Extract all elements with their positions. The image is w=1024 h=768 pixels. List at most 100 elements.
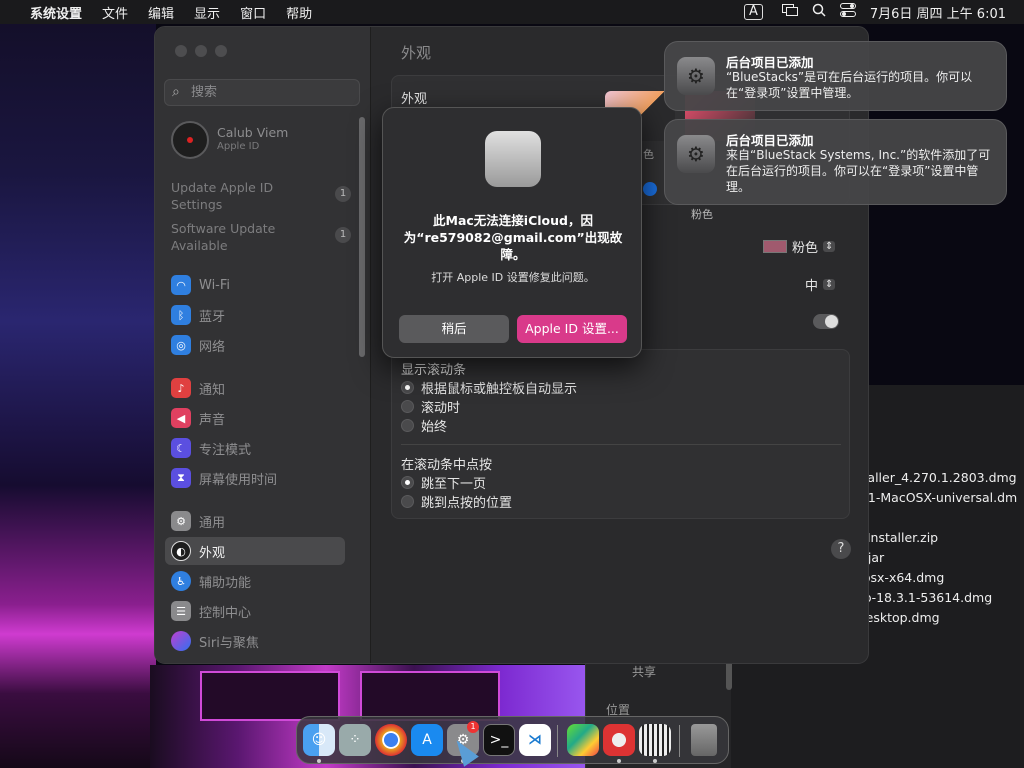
click-label: 在滚动条中点按: [401, 458, 493, 473]
menu-window[interactable]: 窗口: [230, 3, 276, 22]
menu-app-name[interactable]: 系统设置: [26, 3, 92, 22]
radio-auto-show[interactable]: 根据鼠标或触控板自动显示: [401, 378, 577, 397]
help-button[interactable]: ?: [831, 539, 851, 559]
launchpad-icon[interactable]: ⁘: [339, 724, 371, 756]
accent-blue-swatch[interactable]: [643, 182, 657, 196]
sidebar-item-control-center[interactable]: ☰ 控制中心: [171, 598, 361, 624]
close-button[interactable]: [175, 45, 187, 57]
finder-sidebar-shared[interactable]: 共享: [632, 663, 656, 680]
sidebar-item-label: Wi-Fi: [199, 277, 231, 293]
notification-body: 来自“BlueStack Systems, Inc.”的软件添加了可在后台运行的…: [726, 148, 991, 194]
sidebar-item-notifications[interactable]: ♪ 通知: [171, 375, 361, 401]
radio-next-page[interactable]: 跳至下一页: [401, 473, 512, 492]
radio-label: 跳到点按的位置: [421, 496, 513, 511]
sidebar-item-label: 专注模式: [199, 442, 252, 458]
finder-icon[interactable]: ☺: [303, 724, 335, 756]
file-item[interactable]: staller_4.270.1.2803.dmg: [856, 468, 1024, 488]
user-subtitle: Apple ID: [217, 141, 260, 152]
apple-id-settings-button[interactable]: Apple ID 设置...: [517, 315, 627, 343]
dialog-body: 打开 Apple ID 设置修复此问题。: [431, 271, 595, 284]
sidebar-item-network[interactable]: ◎ 网络: [171, 332, 361, 358]
sidebar-item-appearance[interactable]: ◐ 外观: [165, 537, 345, 565]
menu-view[interactable]: 显示: [184, 3, 230, 22]
sidebar-item-siri[interactable]: Siri与聚焦: [171, 628, 361, 654]
search-placeholder: 搜索: [191, 85, 218, 100]
finder-file-list: staller_4.270.1.2803.dmg 5.1-MacOSX-univ…: [856, 468, 1024, 628]
dialog-title: 此Mac无法连接iCloud，因为“re579082@gmail.com”出现故…: [403, 213, 623, 262]
later-button[interactable]: 稍后: [399, 315, 509, 343]
notification-body: “BlueStacks”是可在后台运行的项目。你可以在“登录项”设置中管理。: [726, 70, 973, 100]
radio-when-scrolling[interactable]: 滚动时: [401, 397, 577, 416]
sidebar-item-general[interactable]: ⚙ 通用: [171, 508, 361, 534]
file-item[interactable]: 4.jar: [856, 548, 1024, 568]
menu-file[interactable]: 文件: [92, 3, 138, 22]
gear-icon: ⚙: [171, 511, 191, 531]
notification-banner[interactable]: ⚙ 后台项目已添加 来自“BlueStack Systems, Inc.”的软件…: [664, 119, 1007, 205]
scroll-show-group: 根据鼠标或触控板自动显示 滚动时 始终: [401, 378, 577, 435]
control-center-icon: ☰: [171, 601, 191, 621]
moon-icon: ☾: [171, 438, 191, 458]
zoom-button[interactable]: [215, 45, 227, 57]
file-item[interactable]: c Installer.zip: [856, 528, 1024, 548]
file-item[interactable]: 5.1-MacOSX-universal.dm: [856, 488, 1024, 508]
instruments-icon[interactable]: [603, 724, 635, 756]
highlight-color-select[interactable]: 粉色 ⇕: [763, 237, 836, 256]
sidebar-item-focus[interactable]: ☾ 专注模式: [171, 435, 361, 461]
update-badge: 1: [335, 227, 351, 243]
sidebar-item-label: 辅助功能: [199, 575, 252, 591]
highlight-value: 粉色: [792, 241, 819, 256]
sidebar-item-screen-time[interactable]: ⧗ 屏幕使用时间: [171, 465, 361, 491]
search-icon: ⌕: [172, 84, 180, 100]
sidebar-item-label: 蓝牙: [199, 309, 226, 325]
sidebar-scrollbar[interactable]: [359, 117, 365, 357]
software-update-item[interactable]: Software Update Available 1: [171, 220, 361, 254]
apple-id-user[interactable]: Calub Viem Apple ID: [171, 121, 361, 161]
sidebar-item-sound[interactable]: ◀ 声音: [171, 405, 361, 431]
piano-icon[interactable]: [639, 724, 671, 756]
gear-icon: ⚙: [677, 57, 715, 95]
terminal-icon[interactable]: >_: [483, 724, 515, 756]
input-source-icon[interactable]: A: [743, 4, 763, 20]
page-title: 外观: [401, 44, 432, 62]
control-center-icon[interactable]: [833, 3, 863, 21]
file-item[interactable]: cosx-x64.dmg: [856, 568, 1024, 588]
radio-button: [401, 381, 414, 394]
notification-banner[interactable]: ⚙ 后台项目已添加 “BlueStacks”是可在后台运行的项目。你可以在“登录…: [664, 41, 1007, 111]
sidebar-item-bluetooth[interactable]: ᛒ 蓝牙: [171, 302, 361, 328]
accent-caption: 粉色: [691, 208, 713, 221]
wallpaper-tile: [200, 671, 340, 721]
globe-icon: ◎: [171, 335, 191, 355]
sidebar-icon-size-select[interactable]: 中 ⇕: [805, 275, 836, 294]
appearance-icon: ◐: [171, 541, 191, 561]
wallpaper-tinting-toggle[interactable]: [813, 314, 839, 329]
radio-always[interactable]: 始终: [401, 416, 577, 435]
update-apple-id-item[interactable]: Update Apple ID Settings 1: [171, 179, 361, 213]
chrome-icon[interactable]: [375, 724, 407, 756]
menu-clock[interactable]: 7月6日 周四 上午 6:01: [863, 3, 1024, 22]
bluestacks-icon[interactable]: [567, 724, 599, 756]
user-name: Calub Viem: [217, 125, 289, 140]
minimize-button[interactable]: [195, 45, 207, 57]
radio-label: 滚动时: [421, 401, 461, 416]
vscode-icon[interactable]: ⋊: [519, 724, 551, 756]
menu-edit[interactable]: 编辑: [138, 3, 184, 22]
file-item[interactable]: Desktop.dmg: [856, 608, 1024, 628]
screen-mirror-icon[interactable]: [775, 4, 805, 20]
menu-help[interactable]: 帮助: [276, 3, 322, 22]
trash-icon[interactable]: [691, 724, 717, 756]
sidebar-item-wifi[interactable]: ◠ Wi-Fi: [171, 272, 361, 298]
running-indicator: [317, 759, 321, 763]
search-input[interactable]: ⌕ 搜索: [164, 79, 360, 106]
apple-logo-icon: [485, 131, 541, 187]
accessibility-icon: ♿: [171, 571, 191, 591]
divider: [401, 444, 841, 445]
spotlight-icon[interactable]: [805, 3, 833, 21]
radio-jump-spot[interactable]: 跳到点按的位置: [401, 492, 512, 511]
scrollbar-section: 显示滚动条 根据鼠标或触控板自动显示 滚动时 始终 在滚动条中点按 跳至下一页 …: [391, 349, 850, 519]
file-item[interactable]: AI: [856, 508, 1024, 528]
app-store-icon[interactable]: A: [411, 724, 443, 756]
sidebar-item-accessibility[interactable]: ♿ 辅助功能: [171, 568, 361, 594]
wifi-icon: ◠: [171, 275, 191, 295]
file-item[interactable]: op-18.3.1-53614.dmg: [856, 588, 1024, 608]
speaker-icon: ◀: [171, 408, 191, 428]
